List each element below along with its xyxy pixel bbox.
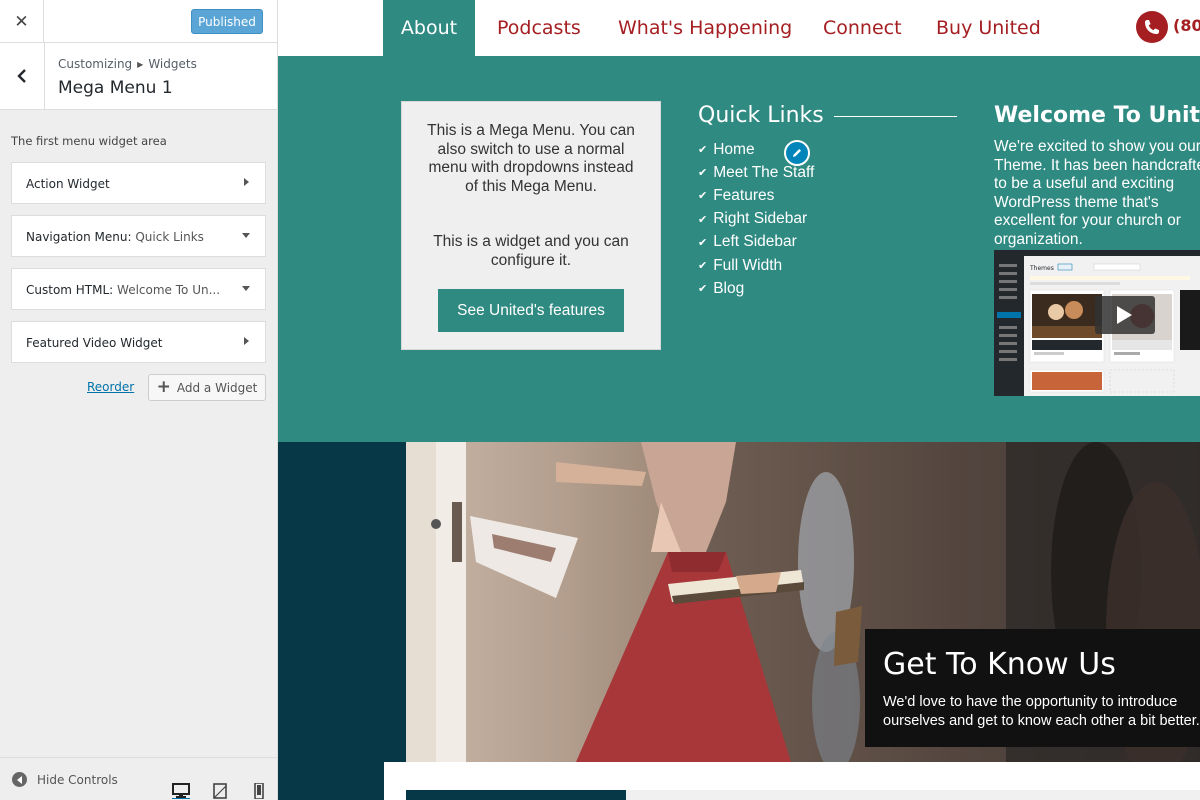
widget-navigation-menu[interactable]: Navigation Menu: Quick Links	[11, 215, 266, 257]
customizer-top-bar: ✕ Published	[0, 0, 277, 43]
widget-area-description: The first menu widget area	[11, 134, 167, 148]
nav-item-about[interactable]: About	[383, 0, 475, 56]
caret-down-icon[interactable]	[241, 230, 251, 240]
mobile-preview-icon[interactable]	[250, 783, 268, 799]
welcome-title: Welcome To United	[994, 103, 1200, 128]
check-icon: ✔	[698, 190, 708, 203]
add-widget-label: Add a Widget	[176, 380, 258, 395]
video-screenshot-image: Themes	[994, 250, 1200, 396]
check-icon: ✔	[698, 213, 708, 226]
chevron-left-icon	[17, 69, 26, 83]
close-customizer-button[interactable]: ✕	[0, 0, 44, 43]
customizer-sidebar: ✕ Published Customizing ▶ Widgets Mega Men…	[0, 0, 278, 800]
customizer-footer: Hide Controls	[0, 757, 277, 800]
widget-title: Featured Video Widget	[26, 336, 163, 350]
site-preview: About Podcasts What's Happening Connect …	[278, 0, 1200, 800]
breadcrumb-item: Customizing	[58, 57, 133, 71]
back-button[interactable]	[0, 43, 45, 109]
check-icon: ✔	[698, 260, 708, 273]
publish-button[interactable]: Published	[191, 9, 263, 34]
phone-number[interactable]: (800	[1173, 16, 1200, 35]
caret-right-icon[interactable]	[241, 177, 251, 187]
breadcrumb-item: Widgets	[148, 57, 197, 71]
check-icon: ✔	[698, 236, 708, 249]
plus-icon: +	[156, 377, 171, 397]
desktop-preview-icon[interactable]	[172, 783, 190, 799]
mega-menu-widget-text: This is a widget and you can configure i…	[433, 233, 629, 269]
hide-controls-button[interactable]: Hide Controls	[12, 772, 118, 787]
close-icon: ✕	[14, 11, 29, 32]
check-icon: ✔	[698, 144, 708, 157]
widget-custom-html[interactable]: Custom HTML: Welcome To Un...	[11, 268, 266, 310]
widget-title: Action Widget	[26, 177, 110, 191]
nav-item-whats-happening[interactable]: What's Happening	[618, 0, 792, 56]
mega-menu-panel: This is a Mega Menu. You can also switch…	[278, 56, 1200, 442]
quick-links-title: Quick Links	[698, 103, 824, 128]
check-icon: ✔	[698, 283, 708, 296]
nav-item-podcasts[interactable]: Podcasts	[497, 0, 581, 56]
mega-menu-intro-text: This is a Mega Menu. You can also switch…	[427, 122, 635, 195]
hide-controls-label: Hide Controls	[37, 772, 118, 787]
tablet-preview-icon[interactable]	[211, 783, 229, 799]
site-navigation: About Podcasts What's Happening Connect …	[278, 0, 1200, 56]
quick-link-full-width[interactable]: ✔ Full Width	[698, 254, 814, 277]
quick-link-right-sidebar[interactable]: ✔ Right Sidebar	[698, 208, 814, 231]
content-strip-dark	[406, 790, 626, 800]
video-inner-title: Themes	[1029, 265, 1054, 272]
add-widget-button[interactable]: + Add a Widget	[148, 374, 266, 401]
mega-menu-intro-box: This is a Mega Menu. You can also switch…	[401, 101, 661, 350]
content-strip-light	[626, 790, 1200, 800]
quick-links-divider	[834, 116, 957, 117]
featured-video-thumbnail[interactable]: Themes	[994, 250, 1200, 396]
hero-text: We'd love to have the opportunity to int…	[883, 694, 1200, 729]
quick-link-features[interactable]: ✔ Features	[698, 184, 814, 207]
nav-item-buy-united[interactable]: Buy United	[936, 0, 1041, 56]
caret-right-icon[interactable]	[241, 336, 251, 346]
collapse-arrow-icon	[12, 772, 27, 787]
welcome-text: We're excited to show you our Theme. It …	[994, 138, 1200, 248]
check-icon: ✔	[698, 167, 708, 180]
panel-header: Customizing ▶ Widgets Mega Menu 1	[0, 43, 277, 110]
nav-item-connect[interactable]: Connect	[823, 0, 902, 56]
quick-link-left-sidebar[interactable]: ✔ Left Sidebar	[698, 231, 814, 254]
widget-featured-video[interactable]: Featured Video Widget	[11, 321, 266, 363]
breadcrumb: Customizing ▶ Widgets	[58, 57, 197, 71]
widget-title: Navigation Menu: Quick Links	[26, 230, 204, 244]
quick-link-blog[interactable]: ✔ Blog	[698, 277, 814, 300]
panel-title: Mega Menu 1	[58, 78, 173, 98]
hero-title: Get To Know Us	[883, 647, 1116, 682]
phone-icon[interactable]	[1136, 11, 1168, 43]
breadcrumb-separator-icon: ▶	[137, 60, 144, 69]
widget-action[interactable]: Action Widget	[11, 162, 266, 204]
reorder-link[interactable]: Reorder	[87, 380, 134, 394]
widget-title: Custom HTML: Welcome To Un...	[26, 283, 221, 297]
edit-shortcut-pencil-icon[interactable]	[784, 140, 810, 166]
caret-down-icon[interactable]	[241, 283, 251, 293]
see-features-button[interactable]: See United's features	[438, 289, 624, 332]
